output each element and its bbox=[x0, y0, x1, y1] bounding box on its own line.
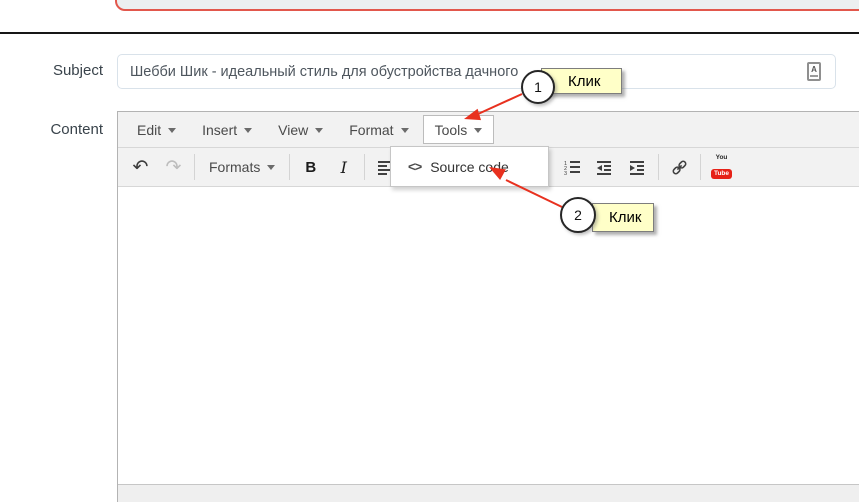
menu-insert[interactable]: Insert bbox=[190, 115, 264, 144]
chevron-down-icon bbox=[400, 128, 409, 133]
menu-format[interactable]: Format bbox=[337, 115, 420, 144]
toolbar-right-group: 1 2 3 You Tube bbox=[555, 148, 738, 186]
youtube-icon-bottom-text: Tube bbox=[710, 169, 733, 179]
formats-label: Formats bbox=[209, 159, 261, 175]
menu-tools-label: Tools bbox=[434, 122, 468, 138]
menu-edit[interactable]: Edit bbox=[125, 115, 188, 144]
step-1-number-badge: 1 bbox=[521, 70, 555, 104]
chevron-down-icon bbox=[267, 164, 276, 170]
editor-content-area[interactable] bbox=[118, 187, 859, 484]
page: Subject A Content Edit Insert View Forma… bbox=[0, 0, 859, 502]
menu-view-label: View bbox=[278, 122, 309, 138]
link-button[interactable] bbox=[663, 152, 696, 182]
content-label: Content bbox=[50, 121, 103, 138]
subject-label: Subject bbox=[52, 62, 103, 79]
youtube-icon: You Tube bbox=[710, 154, 733, 179]
source-code-icon: <> bbox=[408, 159, 422, 174]
indent-button[interactable] bbox=[621, 152, 654, 182]
subject-input[interactable] bbox=[117, 54, 836, 89]
toolbar-separator bbox=[658, 154, 659, 180]
menu-tools[interactable]: Tools bbox=[422, 115, 495, 144]
spellcheck-extension-icon[interactable]: A bbox=[807, 62, 821, 81]
link-icon bbox=[671, 159, 688, 176]
alert-banner bbox=[115, 0, 859, 11]
bold-button[interactable]: B bbox=[294, 152, 327, 182]
step-2-number-badge: 2 bbox=[560, 197, 596, 233]
source-code-menu-item[interactable]: <> Source code bbox=[391, 147, 548, 186]
toolbar-separator bbox=[289, 154, 291, 180]
redo-button[interactable]: ↷ bbox=[157, 152, 190, 182]
toolbar-separator bbox=[194, 154, 195, 180]
menu-view[interactable]: View bbox=[266, 115, 335, 144]
chevron-down-icon bbox=[474, 128, 483, 133]
menu-edit-label: Edit bbox=[137, 122, 162, 138]
section-divider bbox=[0, 32, 859, 34]
step-2-callout: Клик bbox=[592, 203, 654, 232]
editor-statusbar bbox=[118, 484, 859, 502]
formats-dropdown-button[interactable]: Formats bbox=[199, 152, 285, 182]
source-code-label: Source code bbox=[430, 158, 509, 175]
subject-field-wrapper: A bbox=[117, 54, 836, 89]
chevron-down-icon bbox=[168, 128, 177, 133]
menu-format-label: Format bbox=[349, 122, 394, 138]
tools-dropdown-menu: <> Source code bbox=[390, 146, 549, 187]
youtube-button[interactable]: You Tube bbox=[705, 152, 738, 182]
youtube-icon-top-text: You bbox=[715, 154, 728, 162]
editor-menubar: Edit Insert View Format Tools bbox=[118, 112, 859, 147]
outdent-button[interactable] bbox=[588, 152, 621, 182]
outdent-icon bbox=[597, 160, 612, 175]
toolbar-left-group: ↶ ↷ Formats B I bbox=[124, 148, 402, 186]
svg-text:3: 3 bbox=[564, 171, 567, 175]
italic-button[interactable]: I bbox=[327, 152, 360, 182]
chevron-down-icon bbox=[315, 128, 324, 133]
menu-insert-label: Insert bbox=[202, 122, 238, 138]
toolbar-separator bbox=[364, 154, 366, 180]
numbered-list-button[interactable]: 1 2 3 bbox=[555, 152, 588, 182]
undo-button[interactable]: ↶ bbox=[124, 152, 157, 182]
numbered-list-icon: 1 2 3 bbox=[564, 160, 580, 175]
toolbar-separator bbox=[700, 154, 701, 180]
indent-icon bbox=[630, 160, 645, 175]
chevron-down-icon bbox=[244, 128, 253, 133]
